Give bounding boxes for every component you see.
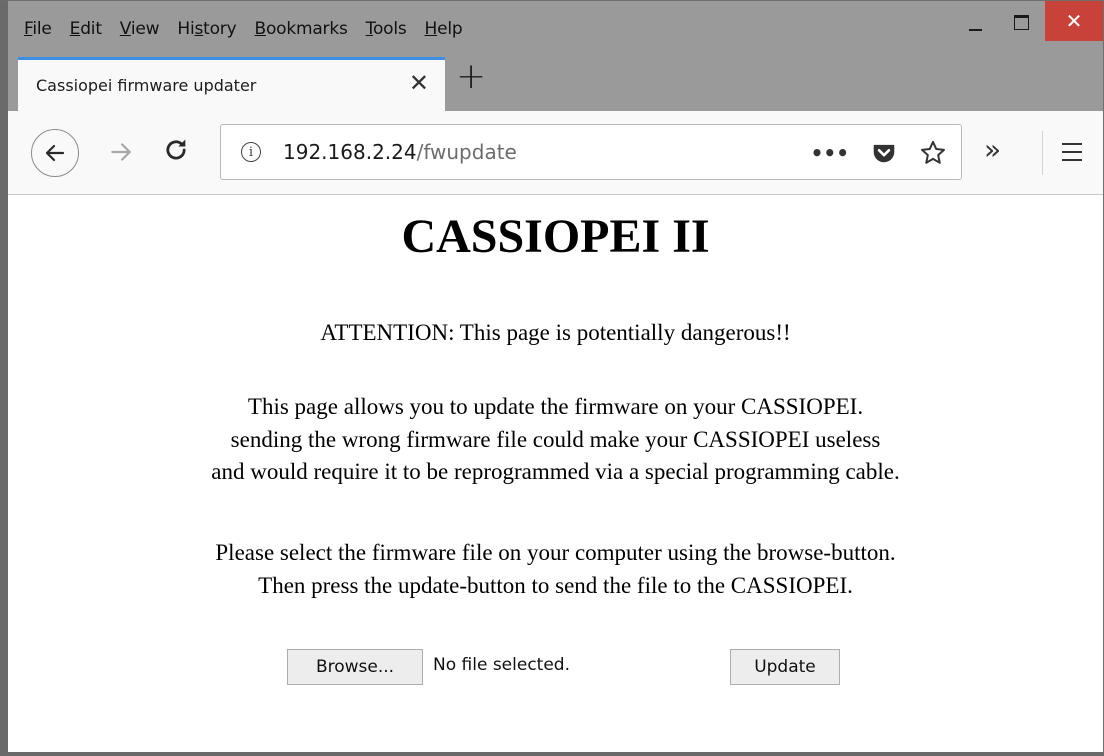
info-icon[interactable]: i — [241, 142, 261, 162]
toolbar-separator — [1042, 131, 1043, 175]
pocket-icon[interactable] — [871, 140, 897, 166]
page-title: CASSIOPEI II — [401, 210, 710, 263]
url-path: /fwupdate — [416, 140, 517, 164]
navigation-bar: i 192.168.2.24/fwupdate ••• » — [8, 111, 1103, 195]
info-line: This page allows you to update the firmw… — [247, 394, 864, 419]
browse-button[interactable]: Browse... — [287, 649, 423, 685]
warning-text: ATTENTION: This page is potentially dang… — [320, 320, 791, 345]
forward-button[interactable] — [108, 137, 134, 171]
upload-form: Browse... No file selected. Update — [8, 649, 1103, 689]
url-bar-actions: ••• — [811, 139, 947, 167]
page-actions-icon[interactable]: ••• — [811, 141, 849, 165]
tab-close-icon[interactable]: ✕ — [409, 71, 429, 95]
back-button[interactable] — [31, 129, 79, 177]
new-tab-icon[interactable]: + — [456, 59, 486, 95]
url-bar[interactable]: i 192.168.2.24/fwupdate ••• — [220, 124, 962, 180]
menu-file[interactable]: File — [24, 19, 52, 39]
browser-window: File Edit View History Bookmarks Tools H… — [0, 0, 1104, 756]
menu-bookmarks[interactable]: Bookmarks — [254, 19, 347, 39]
menu-items: File Edit View History Bookmarks Tools H… — [24, 19, 481, 39]
url-text[interactable]: 192.168.2.24/fwupdate — [283, 140, 517, 164]
info-paragraph: This page allows you to update the firmw… — [8, 391, 1103, 489]
menu-edit[interactable]: Edit — [70, 19, 102, 39]
instruction-line: Please select the firmware file on your … — [215, 540, 896, 565]
info-line: sending the wrong firmware file could ma… — [230, 426, 881, 452]
file-status-text: No file selected. — [433, 655, 570, 675]
window-close-button[interactable]: ✕ — [1045, 1, 1103, 41]
bookmark-star-icon[interactable] — [919, 139, 947, 167]
menu-help[interactable]: Help — [425, 19, 463, 39]
hamburger-menu-icon[interactable] — [1062, 143, 1082, 167]
minimize-icon[interactable] — [953, 1, 999, 41]
maximize-icon[interactable] — [999, 1, 1045, 41]
instruction-line: Then press the update-button to send the… — [258, 572, 853, 598]
menu-tools[interactable]: Tools — [366, 19, 407, 39]
back-arrow-icon — [45, 144, 65, 162]
reload-icon — [166, 139, 186, 160]
window-controls: ✕ — [953, 1, 1103, 41]
reload-button[interactable] — [162, 135, 190, 169]
instruction-paragraph: Please select the firmware file on your … — [8, 537, 1103, 602]
url-host: 192.168.2.24 — [283, 140, 417, 164]
forward-arrow-icon — [111, 143, 131, 161]
menu-history[interactable]: History — [177, 19, 236, 39]
overflow-icon[interactable]: » — [984, 136, 1001, 164]
page-content: CASSIOPEI II ATTENTION: This page is pot… — [8, 195, 1103, 752]
tab-active[interactable]: Cassiopei firmware updater ✕ — [18, 57, 445, 111]
tab-strip: Cassiopei firmware updater ✕ + — [8, 53, 1103, 111]
tab-title: Cassiopei firmware updater — [36, 76, 257, 95]
info-line: and would require it to be reprogrammed … — [211, 459, 900, 484]
update-button[interactable]: Update — [730, 649, 840, 685]
menu-view[interactable]: View — [120, 19, 160, 39]
menu-bar: File Edit View History Bookmarks Tools H… — [8, 1, 1103, 53]
